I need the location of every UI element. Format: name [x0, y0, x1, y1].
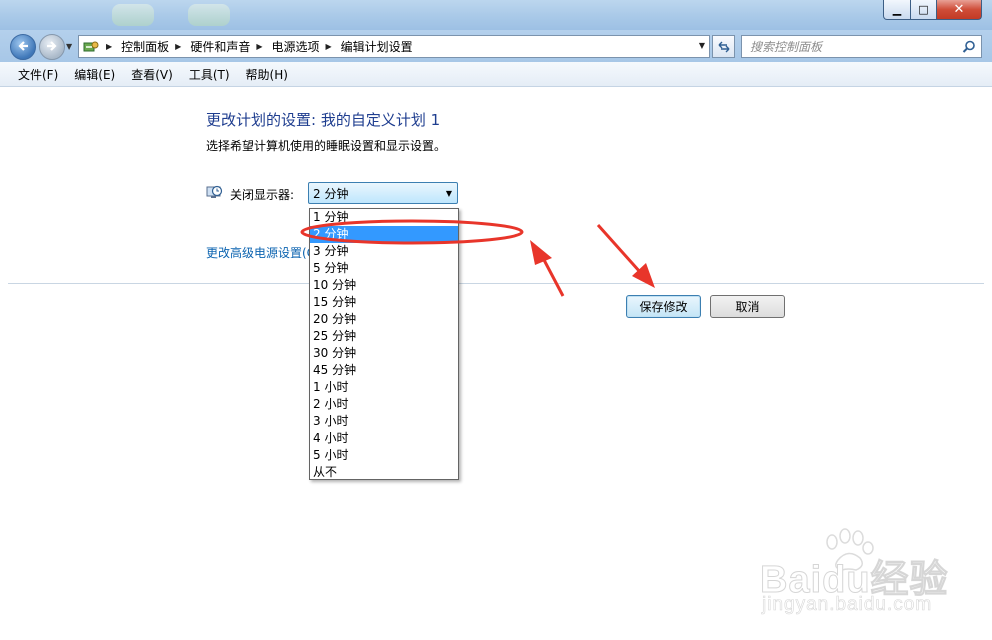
menu-tools[interactable]: 工具(T) — [181, 66, 238, 83]
search-input[interactable]: 搜索控制面板 — [750, 38, 961, 55]
breadcrumb-separator: ▶ — [106, 42, 113, 51]
back-button[interactable] — [10, 34, 36, 60]
option-item[interactable]: 1 分钟 — [310, 209, 458, 226]
glass-decoration — [188, 4, 230, 26]
divider — [8, 283, 984, 284]
search-box[interactable]: 搜索控制面板 — [741, 35, 982, 58]
breadcrumb-separator: ▶ — [256, 42, 263, 51]
display-off-options: 1 分钟 2 分钟 3 分钟 5 分钟 10 分钟 15 分钟 20 分钟 25… — [309, 208, 459, 480]
address-dropdown-icon[interactable]: ▼ — [699, 41, 705, 50]
display-off-select[interactable]: 2 分钟 ▼ — [308, 182, 458, 204]
display-off-value: 2 分钟 — [313, 186, 349, 201]
forward-arrow-icon — [46, 40, 58, 55]
page-title: 更改计划的设置: 我的自定义计划 1 — [206, 111, 441, 129]
option-item[interactable]: 15 分钟 — [310, 294, 458, 311]
menu-bar: 文件(F) 编辑(E) 查看(V) 工具(T) 帮助(H) — [0, 62, 992, 87]
option-item[interactable]: 30 分钟 — [310, 345, 458, 362]
forward-button[interactable] — [39, 34, 65, 60]
navigation-bar: ▼ ▶ 控制面板 ▶ 硬件和声音 ▶ 电源选项 ▶ 编辑计划设置 ▼ 搜索控制面… — [0, 30, 992, 62]
menu-edit[interactable]: 编辑(E) — [66, 66, 123, 83]
breadcrumb-hardware-sound[interactable]: 硬件和声音 — [190, 38, 250, 55]
maximize-icon: □ — [918, 3, 929, 16]
minimize-icon: ▁ — [892, 3, 902, 16]
breadcrumb-separator: ▶ — [175, 42, 182, 51]
title-bar: ▁ □ ✕ — [0, 0, 992, 30]
close-icon: ✕ — [953, 2, 965, 17]
cancel-button[interactable]: 取消 — [710, 295, 785, 318]
option-item-highlighted[interactable]: 2 分钟 — [310, 226, 458, 243]
baidu-watermark: Baidu经验 jingyan.baidu.com — [760, 528, 980, 628]
option-item[interactable]: 从不 — [310, 464, 458, 481]
breadcrumb-power-options[interactable]: 电源选项 — [272, 38, 320, 55]
watermark-url: jingyan.baidu.com — [762, 594, 933, 616]
refresh-icon — [718, 41, 729, 52]
option-item[interactable]: 25 分钟 — [310, 328, 458, 345]
chevron-down-icon: ▼ — [445, 188, 453, 198]
save-button[interactable]: 保存修改 — [626, 295, 701, 318]
glass-decoration — [112, 4, 154, 26]
option-item[interactable]: 5 小时 — [310, 447, 458, 464]
option-item[interactable]: 3 分钟 — [310, 243, 458, 260]
refresh-button[interactable] — [712, 35, 735, 58]
option-item[interactable]: 2 小时 — [310, 396, 458, 413]
search-icon[interactable] — [961, 39, 977, 55]
menu-view[interactable]: 查看(V) — [123, 66, 181, 83]
option-item[interactable]: 4 小时 — [310, 430, 458, 447]
maximize-button[interactable]: □ — [911, 0, 937, 20]
address-bar[interactable]: ▶ 控制面板 ▶ 硬件和声音 ▶ 电源选项 ▶ 编辑计划设置 ▼ — [78, 35, 710, 58]
monitor-clock-icon — [206, 185, 223, 200]
back-arrow-icon — [17, 40, 29, 55]
breadcrumb-control-panel[interactable]: 控制面板 — [121, 38, 169, 55]
breadcrumb-separator: ▶ — [325, 42, 332, 51]
menu-help[interactable]: 帮助(H) — [238, 66, 296, 83]
display-off-label: 关闭显示器: — [230, 188, 295, 202]
option-item[interactable]: 45 分钟 — [310, 362, 458, 379]
window-controls: ▁ □ ✕ — [883, 0, 982, 20]
option-item[interactable]: 3 小时 — [310, 413, 458, 430]
menu-file[interactable]: 文件(F) — [10, 66, 66, 83]
option-item[interactable]: 10 分钟 — [310, 277, 458, 294]
option-item[interactable]: 20 分钟 — [310, 311, 458, 328]
recent-pages-dropdown[interactable]: ▼ — [66, 42, 72, 51]
breadcrumb-edit-plan[interactable]: 编辑计划设置 — [341, 38, 413, 55]
close-button[interactable]: ✕ — [937, 0, 982, 20]
option-item[interactable]: 5 分钟 — [310, 260, 458, 277]
advanced-settings-link[interactable]: 更改高级电源设置(C) — [206, 244, 320, 261]
minimize-button[interactable]: ▁ — [883, 0, 911, 20]
page-description: 选择希望计算机使用的睡眠设置和显示设置。 — [206, 139, 447, 153]
control-panel-icon — [82, 39, 100, 55]
option-item[interactable]: 1 小时 — [310, 379, 458, 396]
